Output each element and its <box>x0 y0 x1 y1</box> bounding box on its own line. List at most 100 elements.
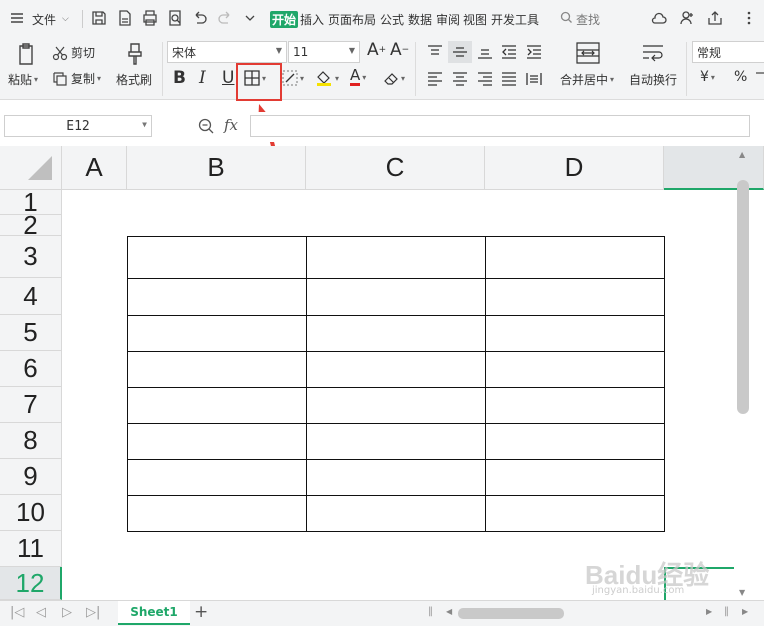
font-color-button[interactable]: A ▾ <box>350 68 366 86</box>
distribute-button[interactable] <box>526 72 542 86</box>
row-header-8[interactable]: 8 <box>0 423 62 459</box>
table-cell[interactable] <box>306 278 486 316</box>
format-painter-button[interactable]: 格式刷 <box>116 71 152 88</box>
format-painter-icon[interactable] <box>124 42 146 66</box>
table-cell[interactable] <box>485 315 665 352</box>
table-cell[interactable] <box>485 459 665 496</box>
row-header-10[interactable]: 10 <box>0 495 62 531</box>
table-cell[interactable] <box>127 423 307 460</box>
table-cell[interactable] <box>485 423 665 460</box>
column-header-e[interactable] <box>664 146 764 190</box>
share-icon[interactable] <box>706 9 724 27</box>
row-header-6[interactable]: 6 <box>0 351 62 387</box>
tab-view[interactable]: 视图 <box>463 9 487 29</box>
align-top-button[interactable] <box>427 45 443 59</box>
row-header-4[interactable]: 4 <box>0 278 62 315</box>
prev-sheet-icon[interactable]: ◁ <box>36 605 46 620</box>
row-header-2[interactable]: 2 <box>0 215 62 236</box>
quick-access-dropdown-icon[interactable] <box>241 9 259 27</box>
table-cell[interactable] <box>127 387 307 424</box>
table-cell[interactable] <box>127 278 307 316</box>
table-cell[interactable] <box>306 315 486 352</box>
select-all-corner[interactable] <box>0 146 62 190</box>
table-cell[interactable] <box>485 351 665 388</box>
clear-format-button[interactable]: ▾ <box>383 70 405 86</box>
row-header-1[interactable]: 1 <box>0 190 62 215</box>
row-header-12[interactable]: 12 <box>0 567 62 600</box>
print-icon[interactable] <box>141 9 159 27</box>
bold-button[interactable]: B <box>173 68 186 88</box>
table-cell[interactable] <box>306 236 486 279</box>
tab-insert[interactable]: 插入 <box>300 9 324 29</box>
export-pdf-icon[interactable] <box>116 9 134 27</box>
name-box[interactable]: E12 ▼ <box>4 115 152 137</box>
merge-center-button[interactable]: 合并居中 ▾ <box>560 71 614 88</box>
scroll-down-icon[interactable]: ▼ <box>739 588 745 597</box>
align-middle-button[interactable] <box>448 41 472 63</box>
tab-page-layout[interactable]: 页面布局 <box>328 9 376 29</box>
undo-icon[interactable] <box>191 9 209 27</box>
row-header-11[interactable]: 11 <box>0 531 62 567</box>
copy-button[interactable]: 复制 ▾ <box>52 70 101 87</box>
merge-center-icon[interactable] <box>576 42 600 64</box>
table-cell[interactable] <box>127 315 307 352</box>
decrease-indent-button[interactable] <box>501 45 517 59</box>
table-cell[interactable] <box>127 459 307 496</box>
cloud-icon[interactable] <box>650 9 668 27</box>
splitter-handle-icon[interactable]: ‖ <box>428 606 433 617</box>
justify-button[interactable] <box>501 72 517 86</box>
zoom-formula-icon[interactable] <box>198 118 215 139</box>
next-sheet-icon[interactable]: ▷ <box>62 605 72 620</box>
fill-color-button[interactable]: ▾ <box>315 69 339 87</box>
table-cell[interactable] <box>485 236 665 279</box>
last-sheet-icon[interactable]: ▷| <box>86 605 100 620</box>
scroll-right-icon[interactable]: ▶ <box>742 607 748 616</box>
search-box[interactable]: 查找 <box>560 9 600 29</box>
percent-button[interactable]: % <box>734 69 747 85</box>
tab-review[interactable]: 审阅 <box>436 9 460 29</box>
print-preview-icon[interactable] <box>166 9 184 27</box>
table-cell[interactable] <box>485 495 665 532</box>
column-header-c[interactable]: C <box>306 146 485 190</box>
table-cell[interactable] <box>306 387 486 424</box>
hamburger-icon[interactable] <box>8 9 26 27</box>
table-cell[interactable] <box>127 495 307 532</box>
shrink-font-button[interactable]: A − <box>390 40 409 60</box>
add-sheet-button[interactable]: + <box>194 602 208 622</box>
table-cell[interactable] <box>306 459 486 496</box>
more-options-icon[interactable] <box>740 9 758 27</box>
border-style-button[interactable]: ▾ <box>282 70 304 86</box>
fx-button[interactable]: fx <box>224 116 238 134</box>
redo-icon[interactable] <box>216 9 234 27</box>
wrap-text-button[interactable]: 自动换行 <box>629 71 677 88</box>
tab-data[interactable]: 数据 <box>408 9 432 29</box>
table-cell[interactable] <box>306 495 486 532</box>
save-icon[interactable] <box>90 9 108 27</box>
table-cell[interactable] <box>485 278 665 316</box>
italic-button[interactable]: I <box>199 68 206 88</box>
vertical-scrollbar-thumb[interactable] <box>737 180 749 414</box>
align-right-button[interactable] <box>477 72 493 86</box>
align-left-button[interactable] <box>427 72 443 86</box>
table-cell[interactable] <box>306 423 486 460</box>
scroll-up-icon[interactable]: ▲ <box>739 150 745 159</box>
splitter-handle-icon[interactable]: ‖ <box>724 606 729 617</box>
row-header-7[interactable]: 7 <box>0 387 62 423</box>
formula-input[interactable] <box>250 115 750 137</box>
column-header-b[interactable]: B <box>127 146 306 190</box>
increase-indent-button[interactable] <box>526 45 542 59</box>
table-cell[interactable] <box>485 387 665 424</box>
align-center-button[interactable] <box>452 72 468 86</box>
cut-button[interactable]: 剪切 <box>52 44 95 61</box>
paste-button[interactable]: 粘贴 ▾ <box>8 71 38 88</box>
tab-formulas[interactable]: 公式 <box>380 9 404 29</box>
user-share-icon[interactable] <box>678 9 696 27</box>
table-cell[interactable] <box>127 236 307 279</box>
paste-icon[interactable] <box>14 42 38 66</box>
row-header-3[interactable]: 3 <box>0 236 62 278</box>
first-sheet-icon[interactable]: |◁ <box>10 605 24 620</box>
number-format-select[interactable]: 常规 <box>692 41 764 63</box>
grow-font-button[interactable]: A + <box>367 40 386 60</box>
align-bottom-button[interactable] <box>477 45 493 59</box>
font-name-select[interactable]: 宋体 ▼ <box>167 41 287 63</box>
